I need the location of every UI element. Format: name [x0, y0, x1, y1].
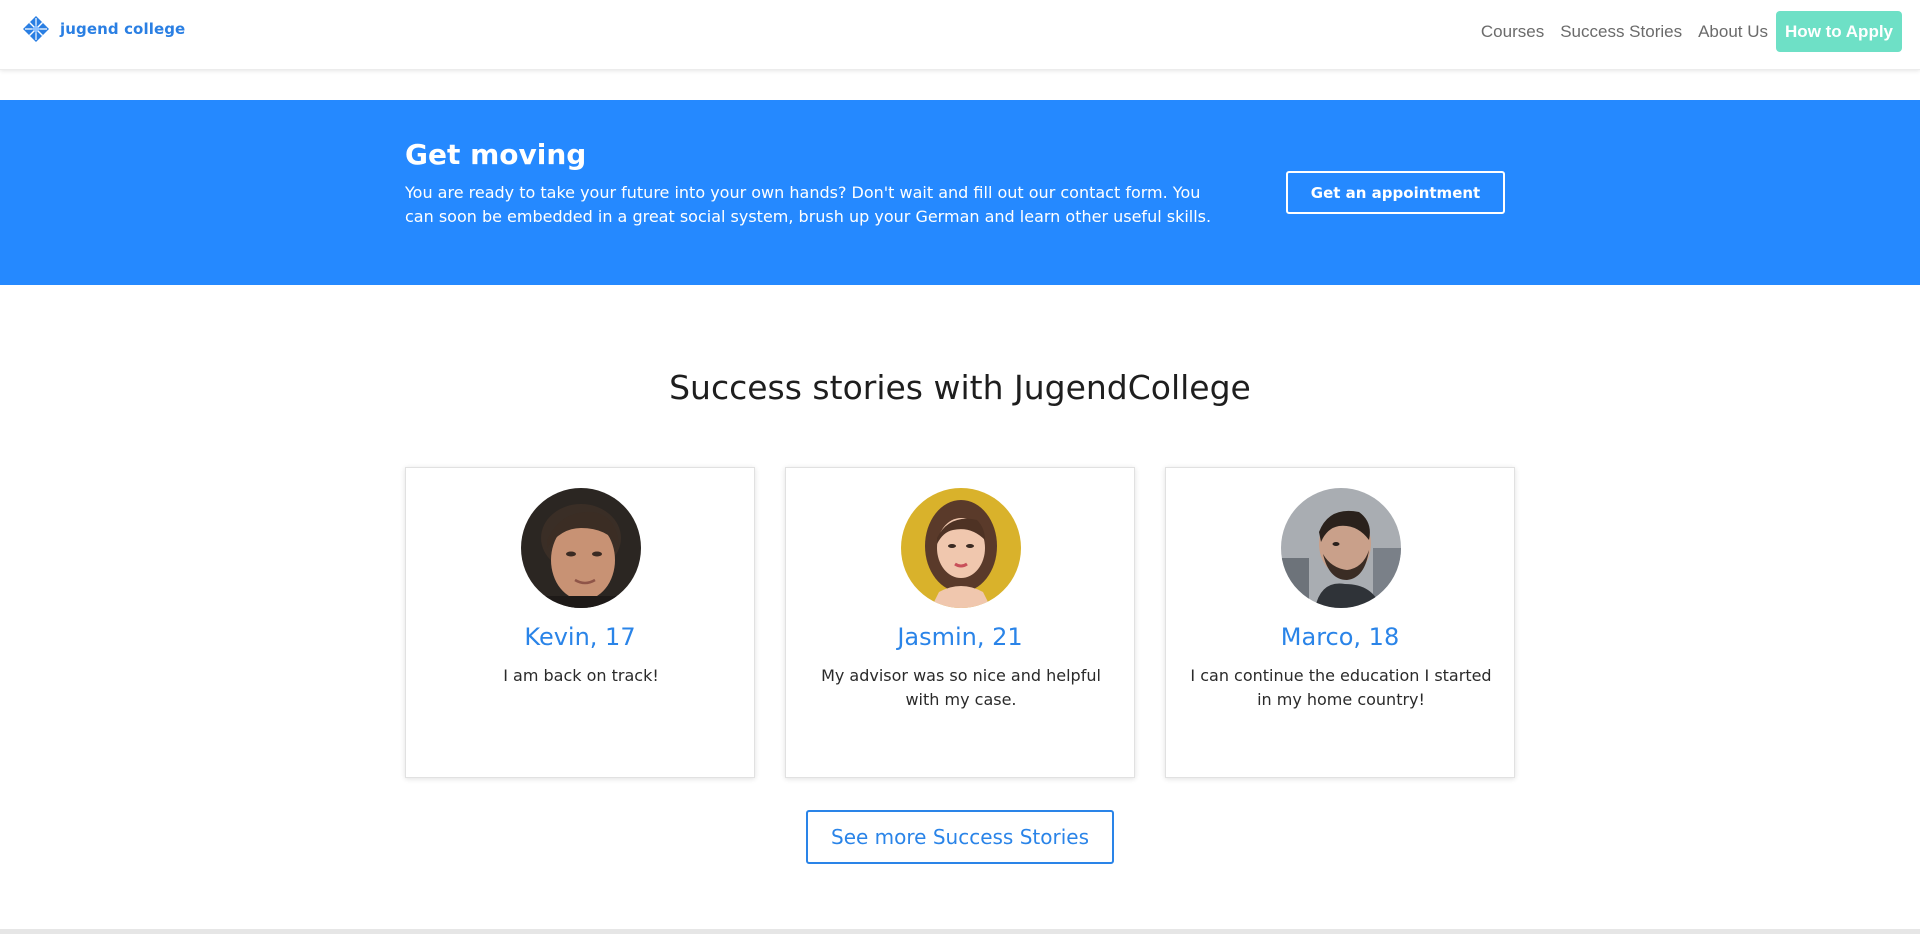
- story-quote: My advisor was so nice and helpful with …: [821, 666, 1101, 709]
- story-name: Jasmin, 21: [897, 623, 1023, 651]
- banner-text: You are ready to take your future into y…: [405, 183, 1212, 226]
- get-moving-banner: Get moving You are ready to take your fu…: [0, 100, 1920, 285]
- story-card-kevin: Kevin, 17 I am back on track!: [405, 467, 755, 778]
- nav-courses[interactable]: Courses: [1481, 22, 1544, 42]
- nav-success-stories[interactable]: Success Stories: [1560, 22, 1682, 42]
- nav-about-us[interactable]: About Us: [1698, 22, 1768, 42]
- see-more-stories-button[interactable]: See more Success Stories: [806, 810, 1114, 864]
- banner-title: Get moving: [405, 138, 587, 171]
- get-appointment-button[interactable]: Get an appointment: [1286, 171, 1505, 214]
- story-name: Kevin, 17: [524, 623, 636, 651]
- story-quote: I am back on track!: [503, 666, 659, 685]
- success-section-title: Success stories with JugendCollege: [669, 368, 1251, 407]
- site-header: jugend college Courses Success Stories A…: [0, 0, 1920, 70]
- avatar-marco: [1281, 488, 1401, 608]
- site-logo[interactable]: jugend college: [22, 15, 185, 43]
- story-card-marco: Marco, 18 I can continue the education I…: [1165, 467, 1515, 778]
- footer-divider: [0, 929, 1920, 934]
- story-card-jasmin: Jasmin, 21 My advisor was so nice and he…: [785, 467, 1135, 778]
- story-quote: I can continue the education I started i…: [1190, 666, 1492, 709]
- logo-text: jugend college: [60, 20, 186, 38]
- how-to-apply-button[interactable]: How to Apply: [1776, 11, 1902, 52]
- diamond-grid-logo-icon: [23, 16, 49, 42]
- story-name: Marco, 18: [1280, 623, 1400, 651]
- main-nav: Courses Success Stories About Us How to …: [1465, 11, 1902, 52]
- avatar-jasmin: [901, 488, 1021, 608]
- avatar-kevin: [521, 488, 641, 608]
